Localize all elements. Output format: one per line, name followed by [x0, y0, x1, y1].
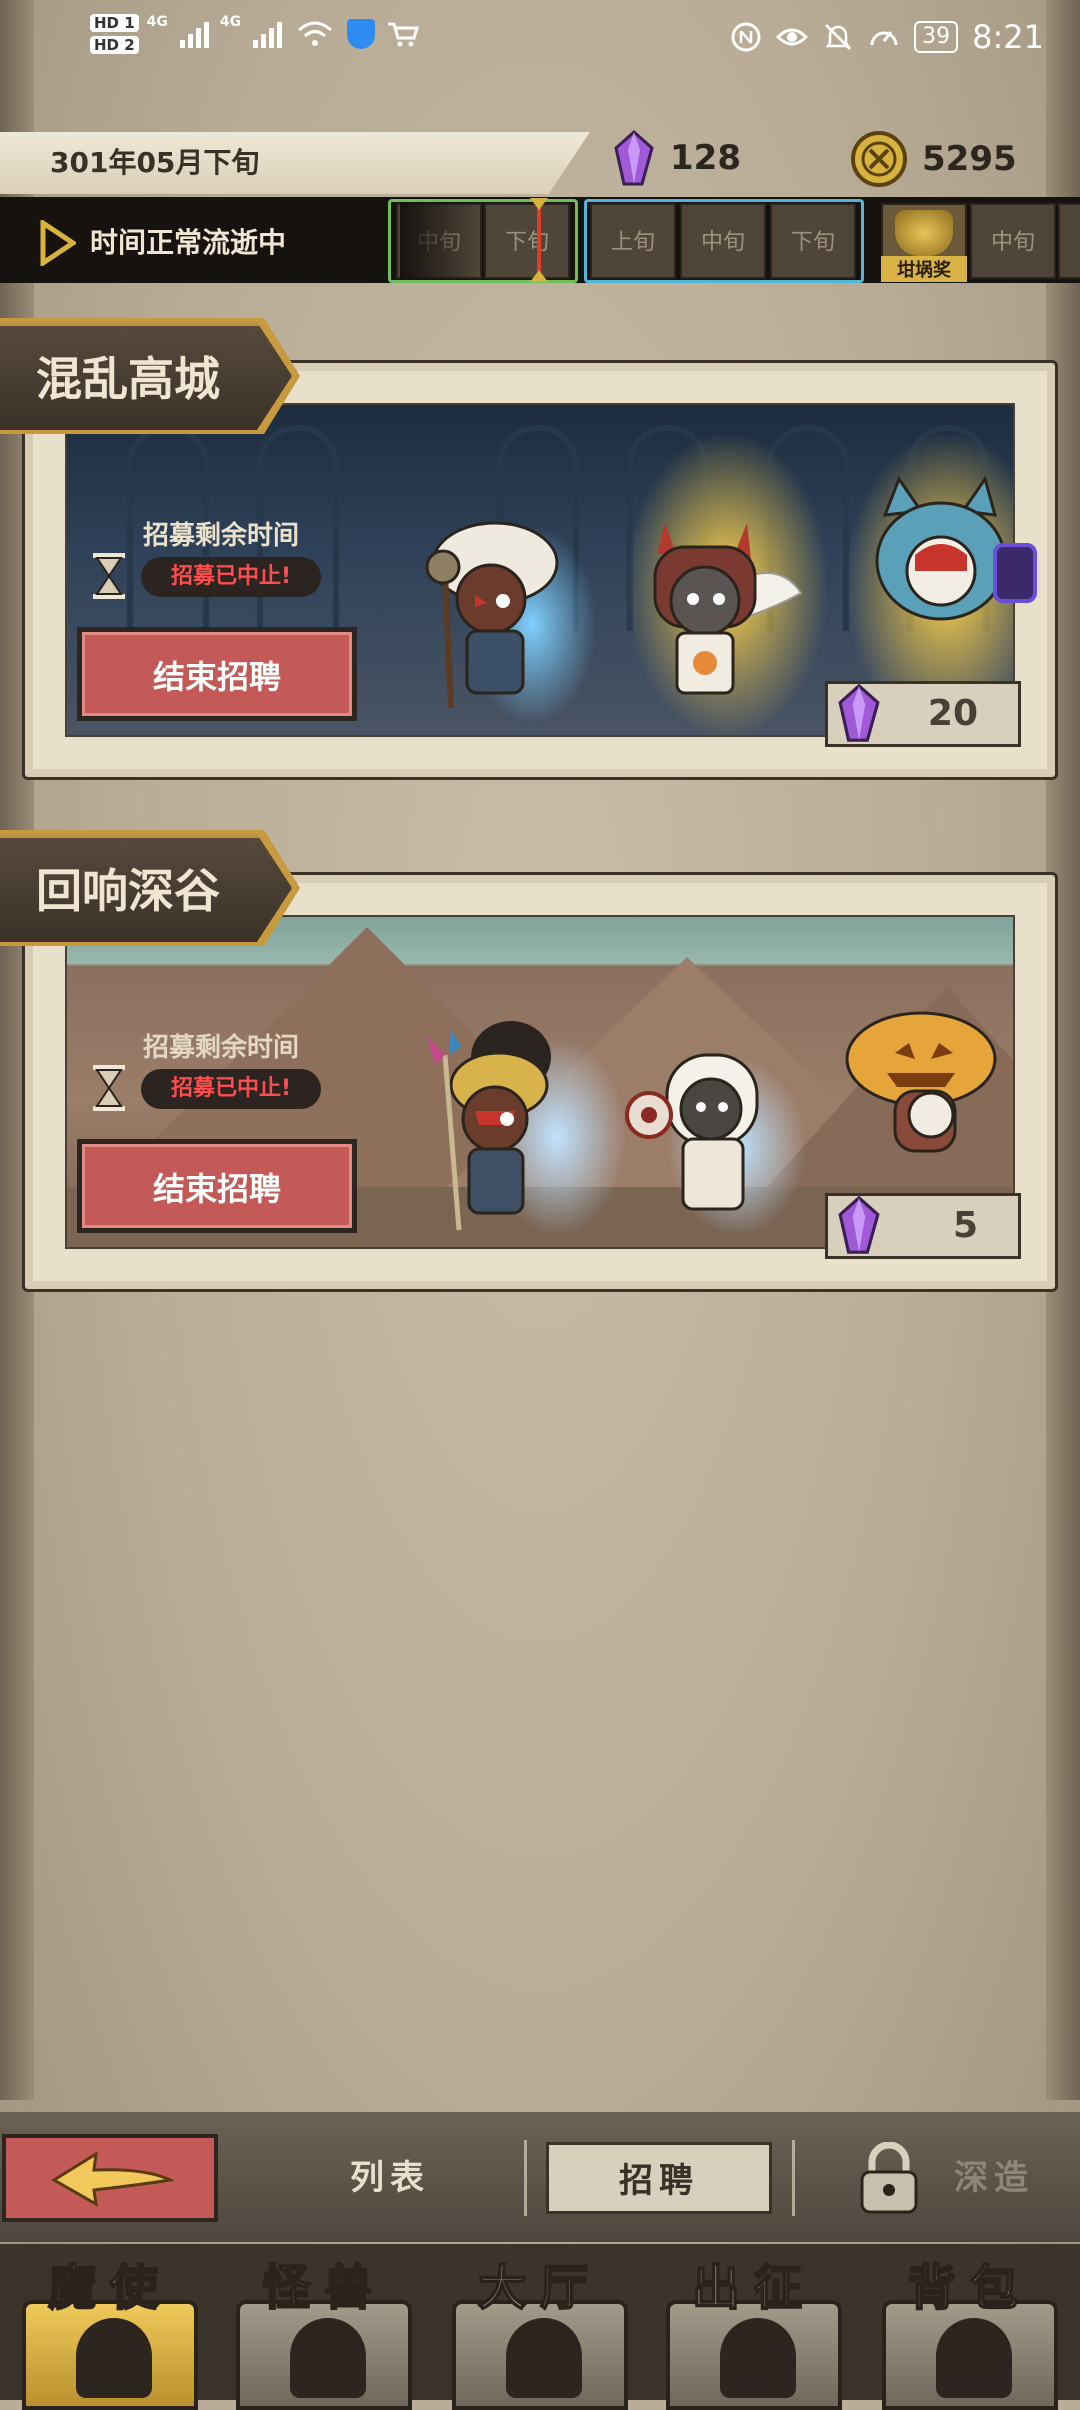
lock-icon	[860, 2142, 918, 2214]
tab-recruit[interactable]: 招聘	[546, 2142, 772, 2214]
timeline-marker-top	[530, 198, 548, 210]
net1-label: 4G	[146, 14, 168, 30]
character-demon-girl[interactable]	[605, 513, 805, 713]
character-hooded-mage[interactable]	[845, 475, 1045, 655]
hd2-badge: HD 2	[90, 36, 139, 54]
nav-label: 魔使	[47, 2259, 172, 2317]
net2-label: 4G	[219, 14, 242, 30]
battery-indicator: 39	[914, 21, 959, 53]
coin-count: 5295	[922, 139, 1017, 179]
card-title: 混乱高城	[0, 322, 292, 430]
character-pumpkin-head[interactable]	[835, 1003, 1005, 1153]
cart-icon	[388, 22, 420, 47]
hourglass-icon	[93, 553, 125, 599]
card-title: 回响深谷	[0, 834, 292, 942]
recruit-cost-value: 20	[927, 693, 978, 734]
clock: 8:21	[972, 18, 1044, 56]
crystal-icon	[838, 1195, 880, 1254]
tab-list[interactable]: 列表	[300, 2142, 480, 2214]
hd1-badge: HD 1	[90, 14, 139, 32]
status-right: 39 8:21	[730, 18, 1044, 56]
recruit-cost: 20	[825, 681, 1021, 747]
character-white-hair-girl[interactable]	[625, 1035, 775, 1225]
coin-icon	[851, 131, 907, 187]
hourglass-icon	[93, 1065, 125, 1111]
timeline-marker	[537, 200, 541, 280]
crystal-icon	[838, 683, 880, 742]
coin-counter[interactable]: 5295	[850, 130, 1017, 188]
tab-separator	[792, 2140, 795, 2216]
time-status: 时间正常流逝中	[90, 226, 287, 259]
nfc-icon	[731, 22, 761, 52]
shield-icon	[347, 19, 376, 49]
reward-label: 坩埚奖	[881, 256, 967, 282]
crystal-icon	[614, 130, 654, 186]
wifi-icon	[298, 21, 333, 46]
nav-label: 怪兽	[261, 2259, 386, 2317]
crystal-counter[interactable]: 128	[612, 130, 741, 186]
timeline-next-group	[584, 199, 864, 283]
timeline-marker-bottom	[530, 270, 548, 282]
tab-forge-locked[interactable]: 深造	[924, 2142, 1064, 2214]
recruit-cost-value: 5	[952, 1205, 978, 1246]
end-recruit-button[interactable]: 结束招聘	[77, 1139, 357, 1233]
recruit-stopped-text: 招募已中止!	[141, 1069, 322, 1109]
date-banner: 301年05月下旬	[0, 132, 590, 194]
play-icon[interactable]	[40, 220, 76, 266]
signal-icon	[179, 22, 209, 48]
cauldron-icon	[895, 210, 953, 256]
character-shaman[interactable]	[405, 503, 575, 713]
end-recruit-button[interactable]: 结束招聘	[77, 627, 357, 721]
status-bar: HD 1 HD 2 4G 4G 39 8:21	[0, 0, 1080, 76]
remaining-time-label: 招募剩余时间	[143, 1033, 300, 1063]
signal-icon	[253, 22, 283, 48]
tab-separator	[524, 2140, 527, 2216]
mute-bell-icon	[825, 23, 852, 51]
crystal-count: 128	[670, 138, 741, 178]
speed-icon	[870, 31, 898, 46]
timeline-segment-edge	[1058, 203, 1080, 279]
status-left: HD 1 HD 2 4G 4G	[90, 14, 421, 54]
back-button[interactable]	[2, 2134, 218, 2222]
recruit-cost: 5	[825, 1193, 1021, 1259]
timeline-current-group	[388, 199, 578, 283]
recruit-stopped-text: 招募已中止!	[141, 557, 322, 597]
character-tribal-warrior[interactable]	[415, 1015, 575, 1235]
remaining-time-label: 招募剩余时间	[143, 521, 300, 551]
timeline-segment: 中旬	[970, 203, 1056, 279]
nav-label: 出征	[691, 2259, 816, 2317]
back-arrow-icon	[51, 2151, 175, 2207]
nav-label: 背包	[907, 2259, 1032, 2317]
eye-icon	[776, 28, 809, 46]
nav-label: 大厅	[477, 2259, 602, 2317]
